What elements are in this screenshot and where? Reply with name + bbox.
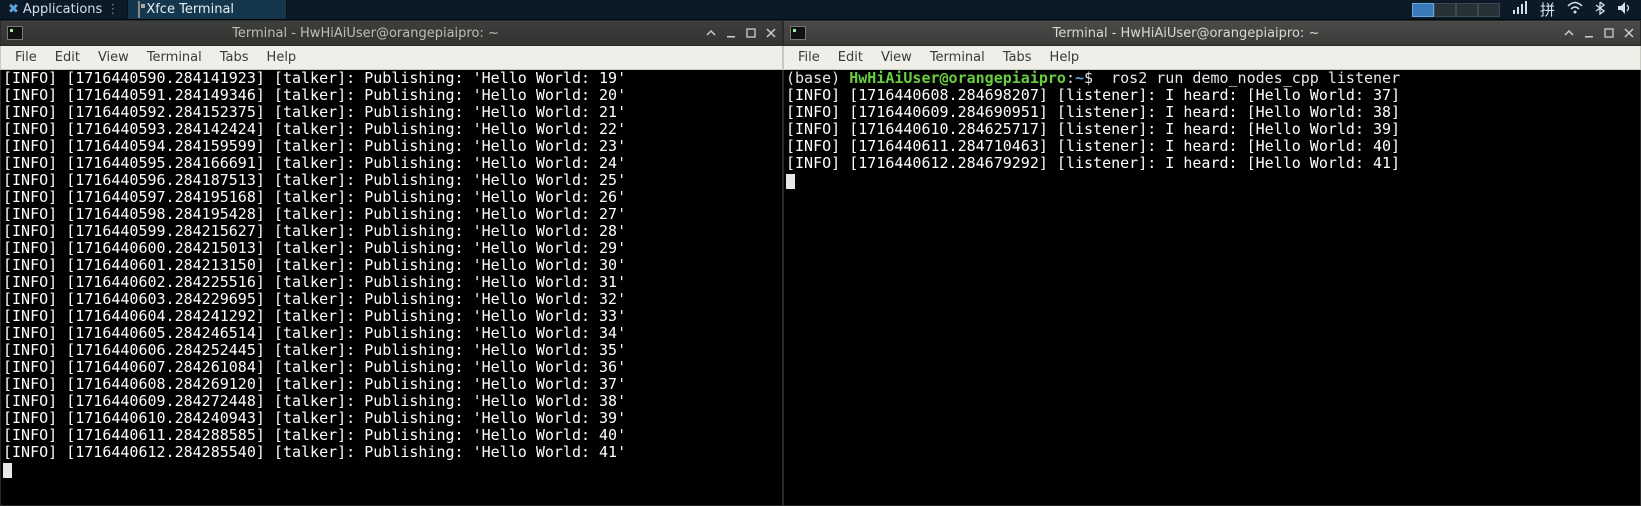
window-icon-right[interactable] xyxy=(784,26,812,40)
log-line: [INFO] [1716440595.284166691] [talker]: … xyxy=(3,155,780,172)
log-line: [INFO] [1716440603.284229695] [talker]: … xyxy=(3,291,780,308)
shade-button[interactable] xyxy=(1560,24,1578,42)
log-line: [INFO] [1716440597.284195168] [talker]: … xyxy=(3,189,780,206)
window-title-left: Terminal - HwHiAiUser@orangepiaipro: ~ xyxy=(29,26,702,41)
task-label: Xfce Terminal xyxy=(146,2,234,17)
taskbar: ✖ Applications ⋮ Xfce Terminal 拼 xyxy=(0,0,1641,20)
log-line: [INFO] [1716440594.284159599] [talker]: … xyxy=(3,138,780,155)
log-line: [INFO] [1716440612.284285540] [talker]: … xyxy=(3,444,780,461)
input-method-icon[interactable]: 拼 xyxy=(1540,0,1555,20)
log-line: [INFO] [1716440602.284225516] [talker]: … xyxy=(3,274,780,291)
taskbar-left: ✖ Applications ⋮ Xfce Terminal xyxy=(0,0,287,19)
network-icon[interactable] xyxy=(1512,1,1528,19)
close-button[interactable] xyxy=(762,24,780,42)
titlebar-left[interactable]: Terminal - HwHiAiUser@orangepiaipro: ~ xyxy=(0,20,783,46)
terminal-window-talker: Terminal - HwHiAiUser@orangepiaipro: ~ F… xyxy=(0,20,783,506)
workspace-pager[interactable] xyxy=(1412,3,1500,17)
applications-menu[interactable]: ✖ Applications ⋮ xyxy=(0,0,127,19)
shade-button[interactable] xyxy=(702,24,720,42)
log-line: [INFO] [1716440593.284142424] [talker]: … xyxy=(3,121,780,138)
task-button-xfce-terminal[interactable]: Xfce Terminal xyxy=(127,0,287,19)
window-icon-left[interactable] xyxy=(1,26,29,40)
log-line: [INFO] [1716440600.284215013] [talker]: … xyxy=(3,240,780,257)
log-line: [INFO] [1716440610.284625717] [listener]… xyxy=(786,121,1638,138)
menu-file[interactable]: File xyxy=(7,48,45,67)
prompt-env: (base) xyxy=(786,70,849,87)
workspace-2[interactable] xyxy=(1434,3,1456,17)
menu-view[interactable]: View xyxy=(90,48,137,67)
bluetooth-icon[interactable] xyxy=(1595,1,1605,19)
log-line: [INFO] [1716440607.284261084] [talker]: … xyxy=(3,359,780,376)
log-line: [INFO] [1716440608.284698207] [listener]… xyxy=(786,87,1638,104)
log-line: [INFO] [1716440605.284246514] [talker]: … xyxy=(3,325,780,342)
applications-label: Applications xyxy=(23,2,102,17)
maximize-button[interactable] xyxy=(742,24,760,42)
close-button[interactable] xyxy=(1620,24,1638,42)
menu-terminal[interactable]: Terminal xyxy=(922,48,993,67)
terminal-window-listener: Terminal - HwHiAiUser@orangepiaipro: ~ F… xyxy=(783,20,1641,506)
menu-terminal[interactable]: Terminal xyxy=(139,48,210,67)
log-line: [INFO] [1716440606.284252445] [talker]: … xyxy=(3,342,780,359)
prompt-line: (base) HwHiAiUser@orangepiaipro:~$ ros2 … xyxy=(786,70,1638,87)
terminal-output-talker[interactable]: [INFO] [1716440590.284141923] [talker]: … xyxy=(0,70,783,506)
log-line: [INFO] [1716440598.284195428] [talker]: … xyxy=(3,206,780,223)
minimize-button[interactable] xyxy=(722,24,740,42)
menu-tabs[interactable]: Tabs xyxy=(995,48,1040,67)
workspace-4[interactable] xyxy=(1478,3,1500,17)
titlebar-right[interactable]: Terminal - HwHiAiUser@orangepiaipro: ~ xyxy=(783,20,1641,46)
log-line: [INFO] [1716440596.284187513] [talker]: … xyxy=(3,172,780,189)
cursor xyxy=(3,463,12,478)
divider-icon: ⋮ xyxy=(106,2,119,17)
terminal-app-icon xyxy=(138,2,140,17)
xfce-logo-icon: ✖ xyxy=(8,2,19,17)
terminal-icon xyxy=(790,26,806,40)
taskbar-right: 拼 xyxy=(1412,0,1641,19)
prompt-command: ros2 run demo_nodes_cpp listener xyxy=(1093,70,1400,87)
log-line: [INFO] [1716440611.284710463] [listener]… xyxy=(786,138,1638,155)
log-line: [INFO] [1716440609.284272448] [talker]: … xyxy=(3,393,780,410)
terminal-output-listener[interactable]: (base) HwHiAiUser@orangepiaipro:~$ ros2 … xyxy=(783,70,1641,506)
workspace: Terminal - HwHiAiUser@orangepiaipro: ~ F… xyxy=(0,20,1641,506)
log-line: [INFO] [1716440590.284141923] [talker]: … xyxy=(3,70,780,87)
log-line: [INFO] [1716440611.284288585] [talker]: … xyxy=(3,427,780,444)
workspace-3[interactable] xyxy=(1456,3,1478,17)
volume-icon[interactable] xyxy=(1617,1,1633,19)
menubar-right: File Edit View Terminal Tabs Help xyxy=(783,46,1641,70)
wifi-icon[interactable] xyxy=(1567,1,1583,19)
log-line: [INFO] [1716440612.284679292] [listener]… xyxy=(786,155,1638,172)
menu-edit[interactable]: Edit xyxy=(47,48,88,67)
menu-help[interactable]: Help xyxy=(1042,48,1088,67)
log-line: [INFO] [1716440601.284213150] [talker]: … xyxy=(3,257,780,274)
prompt-dollar: $ xyxy=(1084,70,1093,87)
menu-tabs[interactable]: Tabs xyxy=(212,48,257,67)
prompt-user-host: HwHiAiUser@orangepiaipro xyxy=(849,70,1066,87)
menu-edit[interactable]: Edit xyxy=(830,48,871,67)
terminal-icon xyxy=(7,26,23,40)
log-line: [INFO] [1716440591.284149346] [talker]: … xyxy=(3,87,780,104)
prompt-path: ~ xyxy=(1075,70,1084,87)
window-title-right: Terminal - HwHiAiUser@orangepiaipro: ~ xyxy=(812,26,1560,41)
prompt-colon: : xyxy=(1066,70,1075,87)
menu-help[interactable]: Help xyxy=(259,48,305,67)
log-line: [INFO] [1716440609.284690951] [listener]… xyxy=(786,104,1638,121)
workspace-1[interactable] xyxy=(1412,3,1434,17)
log-line: [INFO] [1716440592.284152375] [talker]: … xyxy=(3,104,780,121)
log-line: [INFO] [1716440608.284269120] [talker]: … xyxy=(3,376,780,393)
log-line: [INFO] [1716440599.284215627] [talker]: … xyxy=(3,223,780,240)
maximize-button[interactable] xyxy=(1600,24,1618,42)
menu-file[interactable]: File xyxy=(790,48,828,67)
log-line: [INFO] [1716440610.284240943] [talker]: … xyxy=(3,410,780,427)
minimize-button[interactable] xyxy=(1580,24,1598,42)
cursor xyxy=(786,174,795,189)
menu-view[interactable]: View xyxy=(873,48,920,67)
log-line: [INFO] [1716440604.284241292] [talker]: … xyxy=(3,308,780,325)
menubar-left: File Edit View Terminal Tabs Help xyxy=(0,46,783,70)
